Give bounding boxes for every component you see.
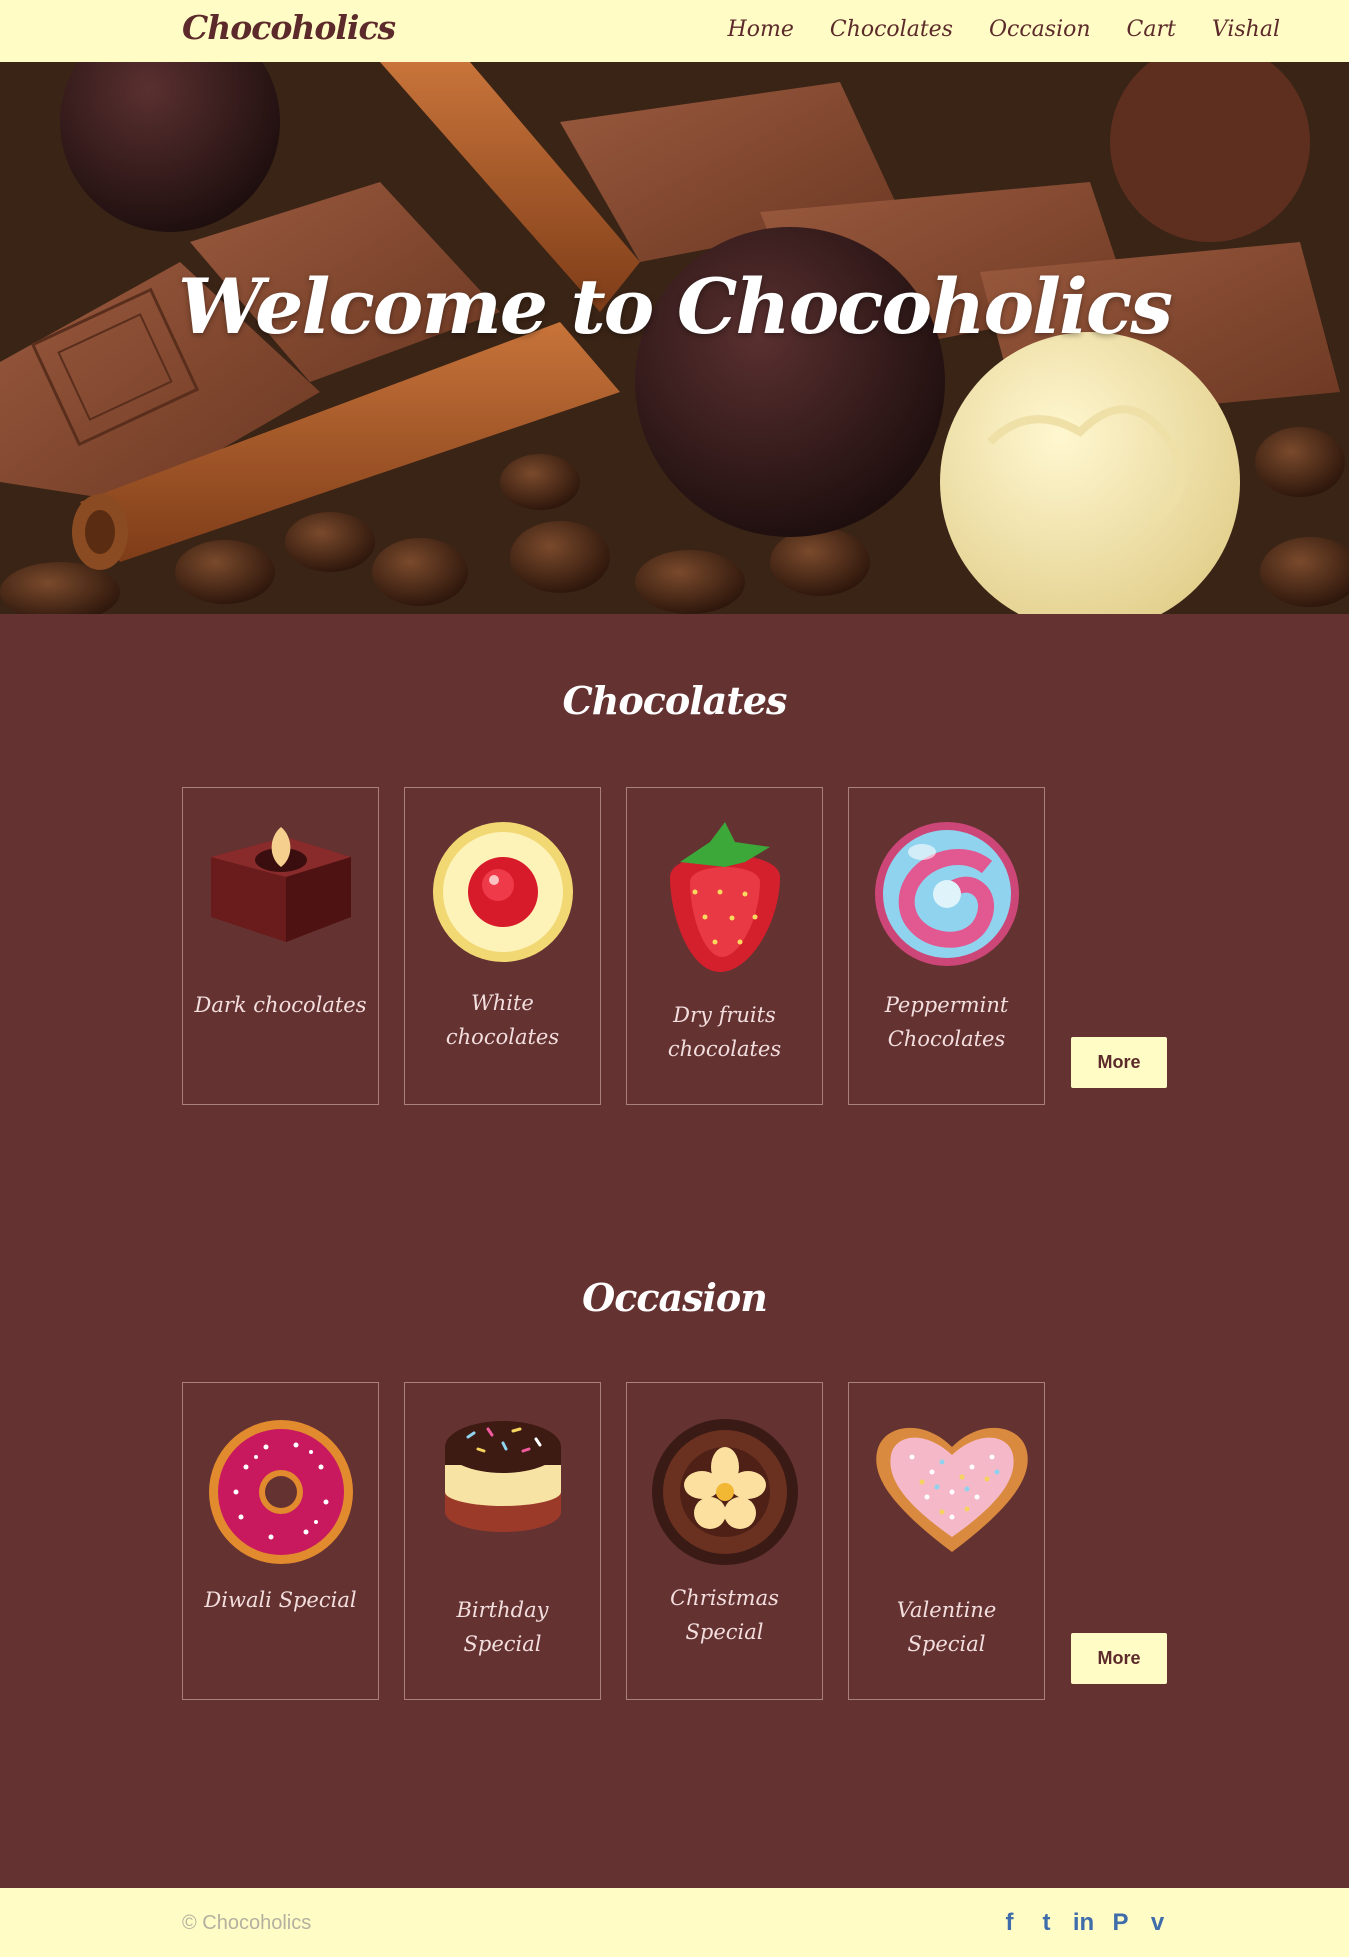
heart-cookie-icon	[876, 1427, 1028, 1552]
card-label: Valentine Special	[896, 1598, 997, 1656]
twitter-icon[interactable]: t	[1035, 1910, 1058, 1936]
brand-logo[interactable]: Chocoholics	[182, 8, 396, 47]
pinterest-icon[interactable]: P	[1109, 1910, 1132, 1936]
chocolates-more-button[interactable]: More	[1071, 1037, 1167, 1088]
linkedin-icon[interactable]: in	[1072, 1910, 1095, 1936]
card-birthday-special[interactable]: Birthday Special	[404, 1382, 601, 1700]
card-label: Dark chocolates	[194, 993, 367, 1017]
nav-link-home[interactable]: Home	[728, 17, 794, 42]
hero-title: Welcome to Chocoholics	[178, 262, 1173, 351]
facebook-icon[interactable]: f	[998, 1910, 1021, 1936]
card-label: Peppermint Chocolates	[884, 993, 1009, 1051]
copyright-text: © Chocoholics	[182, 1912, 312, 1934]
card-label: Christmas Special	[670, 1586, 779, 1644]
brownie-icon	[211, 827, 351, 942]
card-label: White chocolates	[445, 991, 560, 1049]
navbar: Chocoholics Home Chocolates Occasion Car…	[0, 0, 1349, 62]
nav-links: Home Chocolates Occasion Cart Vishal	[728, 17, 1280, 42]
peppermint-candy-icon	[875, 822, 1019, 966]
card-label: Diwali Special	[204, 1588, 357, 1612]
occasion-more-button[interactable]: More	[1071, 1633, 1167, 1684]
vimeo-icon[interactable]: v	[1146, 1910, 1169, 1936]
card-white-chocolates[interactable]: White chocolates	[404, 787, 601, 1105]
donut-icon	[209, 1420, 353, 1564]
nav-link-occasion[interactable]: Occasion	[989, 17, 1091, 42]
jam-cookie-icon	[433, 822, 573, 962]
footer: © Chocoholics f t in P v	[0, 1888, 1349, 1957]
nav-link-user[interactable]: Vishal	[1212, 17, 1280, 42]
chocolate-praline-icon	[652, 1419, 798, 1565]
card-label: Birthday Special	[456, 1598, 549, 1656]
nav-link-cart[interactable]: Cart	[1127, 17, 1176, 42]
strawberry-icon	[670, 822, 780, 972]
card-diwali-special[interactable]: Diwali Special	[182, 1382, 379, 1700]
card-label: Dry fruits chocolates	[667, 1003, 782, 1061]
nav-link-chocolates[interactable]: Chocolates	[830, 17, 953, 42]
occasion-section-title: Occasion	[582, 1275, 768, 1320]
card-christmas-special[interactable]: Christmas Special	[626, 1382, 823, 1700]
card-peppermint-chocolates[interactable]: Peppermint Chocolates	[848, 787, 1045, 1105]
cake-icon	[445, 1421, 561, 1532]
chocolates-section-title: Chocolates	[562, 678, 788, 723]
social-links: f t in P v	[998, 1910, 1169, 1936]
hero-banner: Welcome to Chocoholics	[0, 62, 1349, 614]
card-dark-chocolates[interactable]: Dark chocolates	[182, 787, 379, 1105]
card-dry-fruits-chocolates[interactable]: Dry fruits chocolates	[626, 787, 823, 1105]
card-valentine-special[interactable]: Valentine Special	[848, 1382, 1045, 1700]
